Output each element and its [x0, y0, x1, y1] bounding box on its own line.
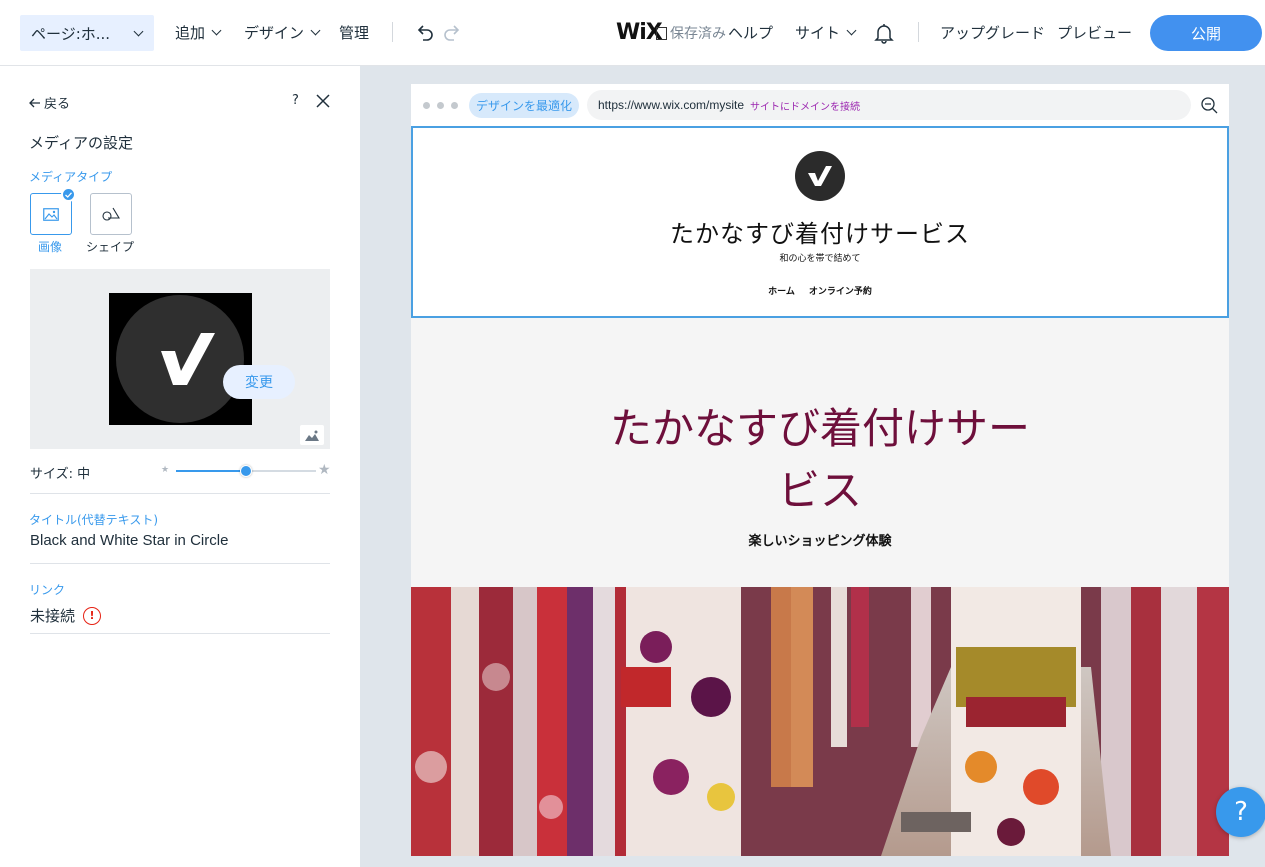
media-type-shape-caption: シェイプ [85, 240, 134, 254]
hero-title-line: ビス [777, 466, 862, 515]
alt-text-input[interactable]: Black and White Star in Circle [30, 532, 228, 549]
media-type-shape-option[interactable] [90, 193, 132, 235]
arrow-left-icon [29, 98, 40, 107]
device-icon [656, 26, 667, 40]
link-value: 未接続 [30, 607, 76, 625]
connect-domain-link[interactable]: サイトにドメインを接続 [750, 98, 860, 113]
checkmark-logo-icon [808, 166, 832, 186]
chevron-down-icon [310, 25, 321, 36]
close-icon[interactable] [316, 94, 330, 108]
size-slider-fill [176, 470, 246, 472]
divider [30, 493, 330, 494]
preview-link[interactable]: プレビュー [1057, 22, 1132, 43]
media-type-image-caption: 画像 [37, 240, 62, 254]
star-in-circle-image [116, 295, 244, 423]
undo-icon[interactable] [414, 22, 436, 44]
site-logo[interactable] [795, 151, 845, 201]
menu-site[interactable]: サイト [795, 22, 857, 43]
zoom-out-icon[interactable] [1201, 97, 1218, 114]
nav-home[interactable]: ホーム [768, 284, 795, 297]
url-bar: https://www.wix.com/mysite サイトにドメインを接続 [587, 90, 1191, 120]
divider [918, 22, 919, 42]
menu-help[interactable]: ヘルプ [728, 22, 773, 43]
hero-subtitle[interactable]: 楽しいショッピング体験 [411, 530, 1229, 549]
menu-design-label: デザイン [244, 24, 305, 42]
media-preview: 変更 [30, 269, 330, 449]
media-thumbnail: 変更 [109, 293, 295, 425]
image-settings-icon[interactable] [300, 425, 324, 445]
site-header[interactable]: たかなすび着付けサービス 和の心を帯で結めて ホーム オンライン予約 [411, 126, 1229, 318]
alt-text-label: タイトル(代替テキスト) [29, 513, 159, 527]
menu-manage[interactable]: 管理 [339, 22, 369, 43]
selected-check-icon [61, 187, 76, 202]
divider [392, 22, 393, 42]
top-bar: ページ:ホ... 追加 デザイン 管理 WiX 保存済み ヘルプ サイト アップ… [0, 0, 1265, 66]
shapes-icon [102, 207, 120, 221]
nav-booking[interactable]: オンライン予約 [809, 284, 872, 297]
redo-icon[interactable] [441, 22, 463, 44]
divider [30, 633, 330, 634]
hero-title[interactable]: たかなすび着付けサー ビス [411, 398, 1229, 522]
back-button[interactable]: 戻る [29, 93, 70, 112]
page-selector-label: ページ:ホ... [31, 24, 111, 43]
editor-stage: デザインを最適化 https://www.wix.com/mysite サイトに… [411, 84, 1229, 856]
back-label: 戻る [44, 97, 71, 112]
menu-help-label: ヘルプ [728, 24, 774, 42]
image-icon [43, 207, 59, 221]
window-dot [451, 102, 458, 109]
chevron-down-icon [846, 25, 857, 36]
media-settings-panel: 戻る ? メディアの設定 メディアタイプ 画像 シェイプ 変更 サイズ: 中 ★… [0, 66, 360, 867]
wix-logo: WiX [616, 20, 663, 45]
window-dot [423, 102, 430, 109]
bell-icon[interactable] [874, 22, 894, 44]
size-slider-handle[interactable] [240, 465, 252, 477]
upgrade-link[interactable]: アップグレード [940, 22, 1045, 43]
warning-icon: ! [83, 606, 102, 625]
menu-add[interactable]: 追加 [175, 22, 222, 43]
menu-add-label: 追加 [175, 24, 206, 42]
menu-manage-label: 管理 [339, 24, 370, 42]
hero-section[interactable]: たかなすび着付けサー ビス 楽しいショッピング体験 [411, 318, 1229, 587]
size-label: サイズ: 中 [30, 467, 91, 482]
site-title[interactable]: たかなすび着付けサービス [413, 214, 1227, 249]
help-button[interactable]: ? [1216, 787, 1265, 837]
site-tagline[interactable]: 和の心を帯で結めて [413, 251, 1227, 264]
page-selector[interactable]: ページ:ホ... [20, 15, 154, 51]
save-status-text: 保存済み [670, 26, 726, 42]
browser-bar: デザインを最適化 https://www.wix.com/mysite サイトに… [411, 84, 1229, 126]
change-media-button[interactable]: 変更 [223, 365, 295, 399]
optimize-design-button[interactable]: デザインを最適化 [469, 93, 579, 118]
large-star-icon: ★ [318, 462, 331, 478]
link-label: リンク [29, 583, 66, 597]
panel-title: メディアの設定 [29, 134, 133, 152]
site-url: https://www.wix.com/mysite [598, 98, 745, 112]
publish-button[interactable]: 公開 [1150, 15, 1262, 51]
kimono-photo[interactable] [411, 587, 1229, 856]
small-star-icon: ★ [161, 465, 170, 475]
divider [30, 563, 330, 564]
media-type-label: メディアタイプ [29, 170, 113, 184]
help-icon[interactable]: ? [292, 93, 299, 108]
chevron-down-icon [211, 25, 222, 36]
save-status: 保存済み [656, 23, 726, 43]
menu-site-label: サイト [795, 24, 841, 42]
kimono-forest-photo [411, 587, 1229, 856]
link-field[interactable]: 未接続 ! [30, 605, 102, 626]
site-nav: ホーム オンライン予約 [413, 284, 1227, 297]
window-dot [437, 102, 444, 109]
menu-design[interactable]: デザイン [244, 22, 321, 43]
chevron-down-icon [131, 25, 144, 38]
hero-title-line: たかなすび着付けサー [609, 404, 1030, 453]
